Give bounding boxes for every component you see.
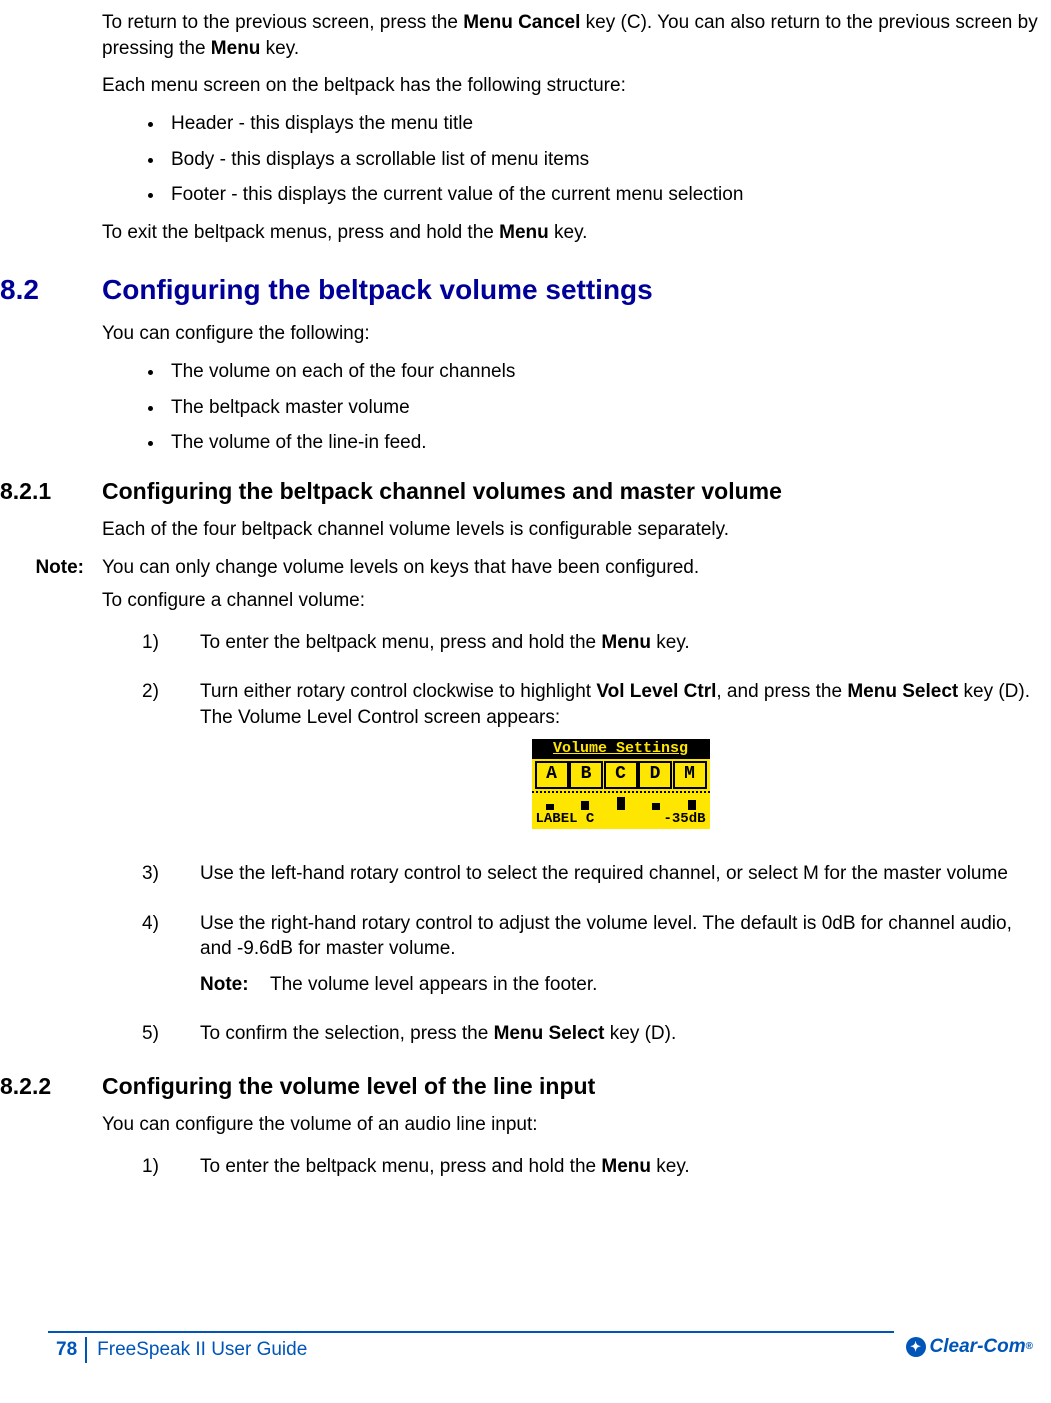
inner-note: Note: The volume level appears in the fo… [200, 972, 1041, 998]
volume-bar [641, 803, 671, 810]
volume-channel-a: A [535, 761, 569, 789]
paragraph: Each of the four beltpack channel volume… [102, 517, 1047, 543]
bullet-list: The volume on each of the four channels … [165, 359, 1041, 456]
page-number: 78 [48, 1337, 87, 1363]
list-item: The beltpack master volume [165, 395, 1041, 421]
paragraph: You can configure the volume of an audio… [102, 1112, 1047, 1138]
volume-settings-screenshot: Volume Settinsg A B C D M [532, 739, 710, 829]
step-body: Turn either rotary control clockwise to … [200, 679, 1041, 836]
text: key (D). [604, 1023, 676, 1044]
note-label: Note: [200, 972, 270, 998]
step-body: To enter the beltpack menu, press and ho… [200, 1154, 1041, 1180]
text: Use the right-hand rotary control to adj… [200, 913, 1012, 960]
volume-channel-d: D [638, 761, 672, 789]
volume-channel-b: B [569, 761, 603, 789]
step-body: To confirm the selection, press the Menu… [200, 1021, 1041, 1047]
step-body: Use the right-hand rotary control to adj… [200, 911, 1041, 998]
bold-text: Menu [601, 632, 651, 653]
text: key. [549, 222, 588, 243]
clear-com-logo: ✦ Clear-Com ® [906, 1334, 1033, 1360]
volume-footer-label: LABEL C [536, 810, 595, 829]
paragraph: Each menu screen on the beltpack has the… [102, 73, 1047, 99]
volume-footer-value: -35dB [663, 810, 705, 829]
step-4: 4) Use the right-hand rotary control to … [142, 911, 1041, 998]
step-5: 5) To confirm the selection, press the M… [142, 1021, 1041, 1047]
paragraph: To exit the beltpack menus, press and ho… [102, 220, 1047, 246]
list-item: Body - this displays a scrollable list o… [165, 147, 1041, 173]
guide-title: FreeSpeak II User Guide [97, 1337, 307, 1363]
text: key. [651, 632, 690, 653]
volume-bar [570, 801, 600, 810]
paragraph: You can configure the following: [102, 321, 1047, 347]
bold-text: Menu Cancel [463, 12, 580, 33]
volume-bar [606, 797, 636, 810]
page-footer: 78 FreeSpeak II User Guide ✦ Clear-Com ® [0, 1331, 1051, 1363]
list-item: The volume of the line-in feed. [165, 430, 1041, 456]
volume-header: Volume Settinsg [532, 739, 710, 759]
heading-8-2-2: 8.2.2 Configuring the volume level of th… [0, 1071, 1051, 1102]
numbered-list: 1) To enter the beltpack menu, press and… [142, 1154, 1041, 1180]
volume-channel-c: C [604, 761, 638, 789]
text: To return to the previous screen, press … [102, 12, 463, 33]
text: To exit the beltpack menus, press and ho… [102, 222, 499, 243]
text: key. [260, 38, 299, 59]
bold-text: Menu [211, 38, 261, 59]
bold-text: Menu Select [494, 1023, 605, 1044]
step-number: 5) [142, 1021, 200, 1047]
step-body: Use the left-hand rotary control to sele… [200, 861, 1041, 887]
heading-title: Configuring the beltpack channel volumes… [102, 476, 782, 507]
text: To enter the beltpack menu, press and ho… [200, 1156, 601, 1177]
step-number: 1) [142, 1154, 200, 1180]
list-item: The volume on each of the four channels [165, 359, 1041, 385]
bold-text: Menu Select [847, 681, 958, 702]
bullet-list: Header - this displays the menu title Bo… [165, 111, 1041, 208]
heading-title: Configuring the volume level of the line… [102, 1071, 595, 1102]
list-item: Footer - this displays the current value… [165, 182, 1041, 208]
heading-8-2: 8.2 Configuring the beltpack volume sett… [0, 271, 1051, 309]
step-number: 1) [142, 630, 200, 656]
volume-footer: LABEL C -35dB [532, 810, 710, 829]
volume-channel-m: M [673, 761, 707, 789]
step-1: 1) To enter the beltpack menu, press and… [142, 1154, 1041, 1180]
volume-bars [532, 793, 710, 810]
bold-text: Menu [601, 1156, 651, 1177]
step-number: 3) [142, 861, 200, 887]
heading-number: 8.2.2 [0, 1071, 102, 1102]
bold-text: Menu [499, 222, 549, 243]
paragraph: To return to the previous screen, press … [102, 10, 1047, 61]
note-body: You can only change volume levels on key… [102, 555, 1041, 581]
step-number: 2) [142, 679, 200, 836]
volume-bar [677, 800, 707, 810]
heading-number: 8.2 [0, 271, 102, 309]
volume-channel-row: A B C D M [532, 759, 710, 793]
logo-icon: ✦ [906, 1337, 926, 1357]
step-1: 1) To enter the beltpack menu, press and… [142, 630, 1041, 656]
registered-symbol: ® [1026, 1340, 1033, 1354]
paragraph: To configure a channel volume: [102, 588, 1047, 614]
text: , and press the [716, 681, 847, 702]
step-number: 4) [142, 911, 200, 998]
text: To confirm the selection, press the [200, 1023, 494, 1044]
heading-number: 8.2.1 [0, 476, 102, 507]
logo-text: Clear-Com [930, 1334, 1026, 1360]
note-label: Note: [0, 555, 102, 581]
note-body: The volume level appears in the footer. [270, 972, 1041, 998]
step-3: 3) Use the left-hand rotary control to s… [142, 861, 1041, 887]
list-item: Header - this displays the menu title [165, 111, 1041, 137]
bold-text: Vol Level Ctrl [596, 681, 716, 702]
note: Note: You can only change volume levels … [0, 555, 1041, 581]
step-2: 2) Turn either rotary control clockwise … [142, 679, 1041, 836]
numbered-list: 1) To enter the beltpack menu, press and… [142, 630, 1041, 1047]
text: key. [651, 1156, 690, 1177]
footer-left: 78 FreeSpeak II User Guide [48, 1331, 894, 1363]
heading-8-2-1: 8.2.1 Configuring the beltpack channel v… [0, 476, 1051, 507]
text: To enter the beltpack menu, press and ho… [200, 632, 601, 653]
heading-title: Configuring the beltpack volume settings [102, 271, 653, 309]
text: Turn either rotary control clockwise to … [200, 681, 596, 702]
step-body: To enter the beltpack menu, press and ho… [200, 630, 1041, 656]
